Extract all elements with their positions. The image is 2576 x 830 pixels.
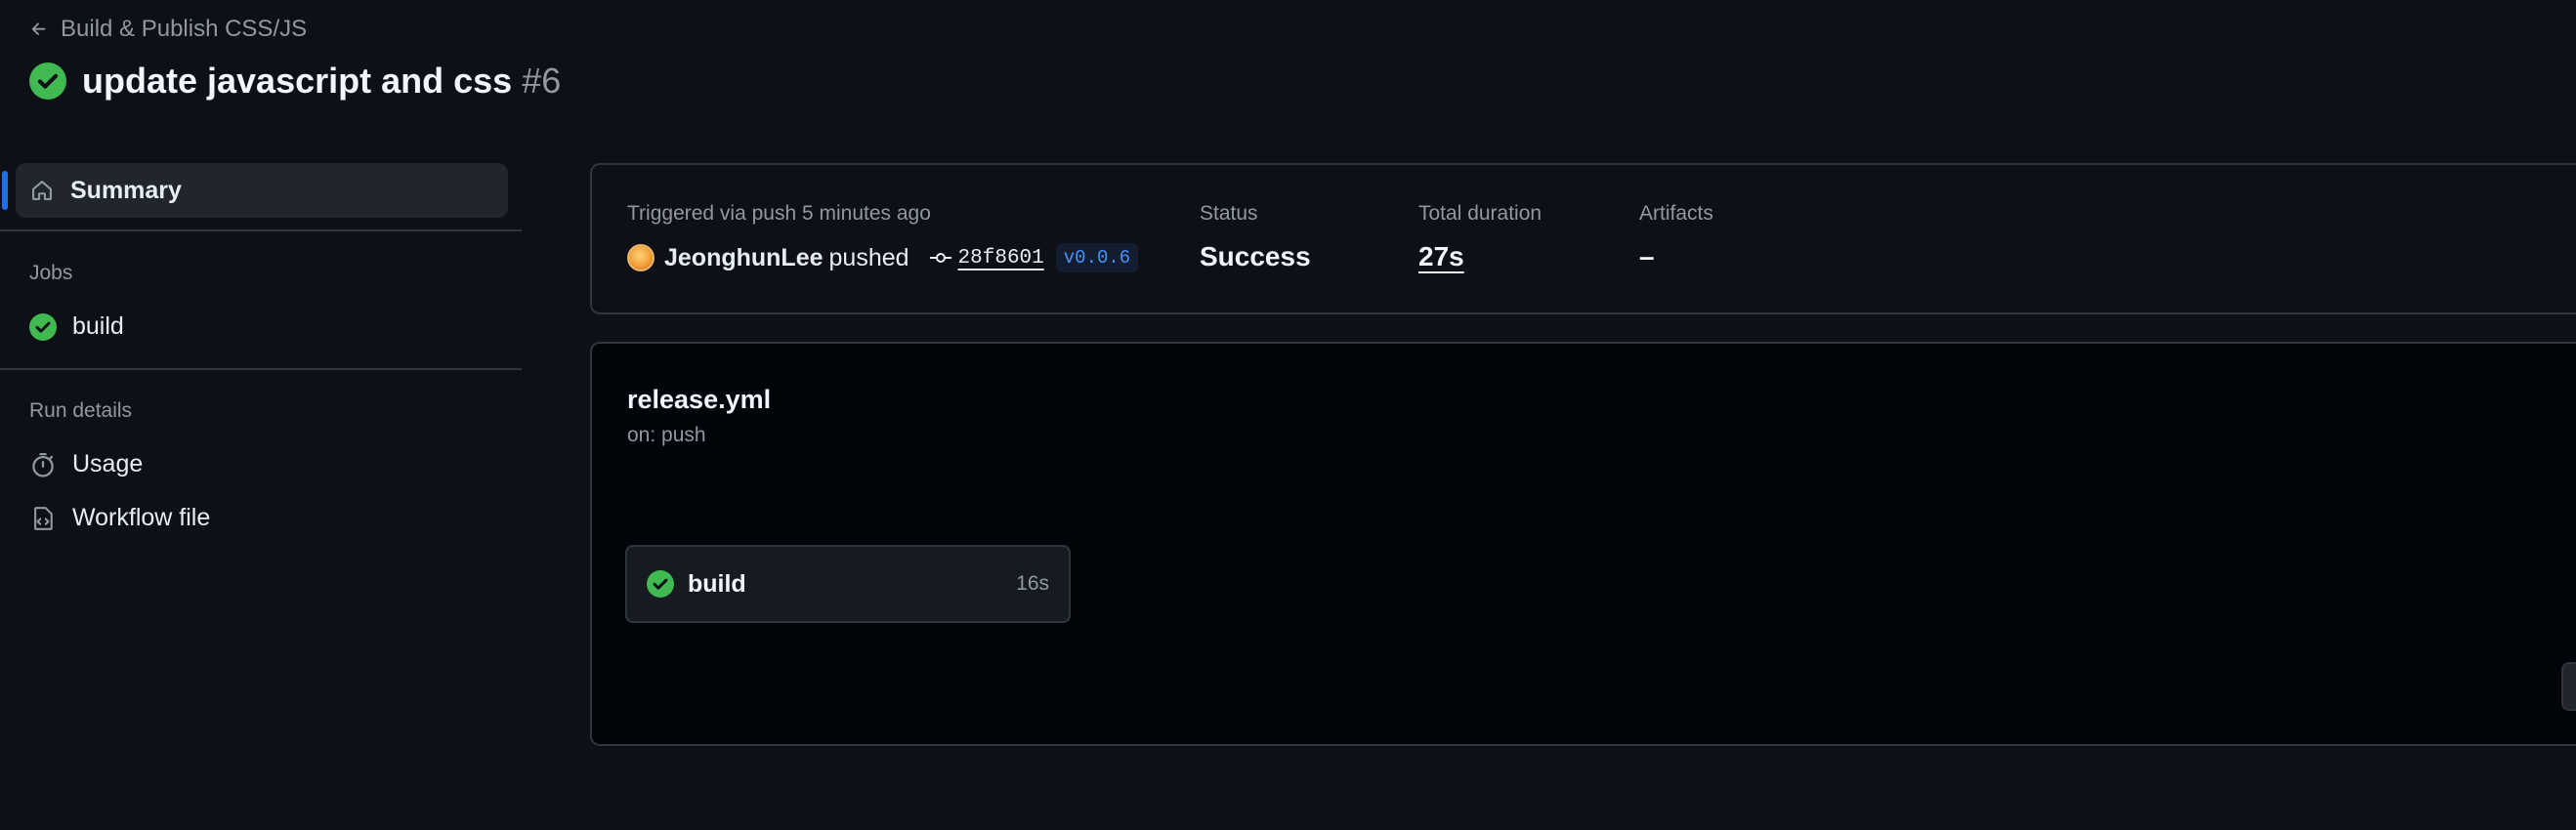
- sidebar-item-usage[interactable]: Usage: [29, 450, 143, 478]
- tag-badge[interactable]: v0.0.6: [1055, 243, 1139, 272]
- push-action-text: pushed: [828, 243, 909, 271]
- home-icon: [29, 178, 55, 203]
- sidebar-item-label: build: [72, 312, 124, 340]
- duration-label: Total duration: [1418, 202, 1542, 225]
- run-number: #6: [522, 61, 562, 101]
- stopwatch-icon: [29, 451, 57, 478]
- sidebar-divider: [0, 229, 522, 231]
- commit-sha-link[interactable]: 28f8601: [958, 247, 1044, 270]
- trigger-text: Triggered via push 5 minutes ago: [627, 202, 931, 225]
- jobs-heading: Jobs: [29, 262, 73, 284]
- check-circle-fill-icon: [647, 570, 674, 598]
- run-summary-card: Triggered via push 5 minutes ago Jeonghu…: [590, 163, 2576, 314]
- run-title: update javascript and css: [82, 61, 513, 101]
- run-details-heading: Run details: [29, 399, 133, 422]
- duration-value[interactable]: 27s: [1418, 241, 1464, 272]
- sidebar-item-workflow-file[interactable]: Workflow file: [29, 504, 210, 532]
- back-link-label: Build & Publish CSS/JS: [61, 16, 308, 42]
- actor-link[interactable]: JeonghunLee: [664, 244, 823, 272]
- artifacts-value: –: [1639, 241, 1655, 271]
- artifacts-label: Artifacts: [1639, 202, 1713, 225]
- active-indicator: [2, 171, 8, 210]
- workflow-graph-card: release.yml on: push build 16s: [590, 342, 2576, 746]
- status-value: Success: [1200, 241, 1311, 271]
- trigger-details: JeonghunLee pushed 28f8601 v0.0.6: [627, 243, 1139, 272]
- sidebar-item-label: Usage: [72, 450, 144, 477]
- sidebar-item-label: Summary: [70, 176, 182, 204]
- git-commit-icon: [929, 250, 952, 266]
- avatar[interactable]: [627, 244, 655, 271]
- job-duration: 16s: [1016, 572, 1049, 595]
- sidebar-item-summary[interactable]: Summary: [2, 163, 508, 218]
- job-node-build[interactable]: build 16s: [625, 545, 1071, 623]
- sidebar-item-label: Workflow file: [72, 504, 211, 531]
- zoom-control-button[interactable]: [2561, 662, 2576, 711]
- page-title: update javascript and css #6: [82, 61, 561, 102]
- sidebar-item-build[interactable]: build: [29, 312, 124, 341]
- back-link[interactable]: Build & Publish CSS/JS: [29, 16, 307, 43]
- file-code-icon: [29, 505, 57, 532]
- check-circle-fill-icon: [29, 312, 57, 341]
- workflow-trigger: on: push: [627, 424, 706, 446]
- job-name: build: [688, 569, 746, 598]
- sidebar-divider: [0, 368, 522, 370]
- workflow-file-name: release.yml: [627, 385, 772, 414]
- status-label: Status: [1200, 202, 1258, 225]
- arrow-left-icon: [29, 20, 49, 39]
- check-circle-fill-icon: [29, 62, 66, 100]
- run-title-row: update javascript and css #6: [29, 61, 561, 102]
